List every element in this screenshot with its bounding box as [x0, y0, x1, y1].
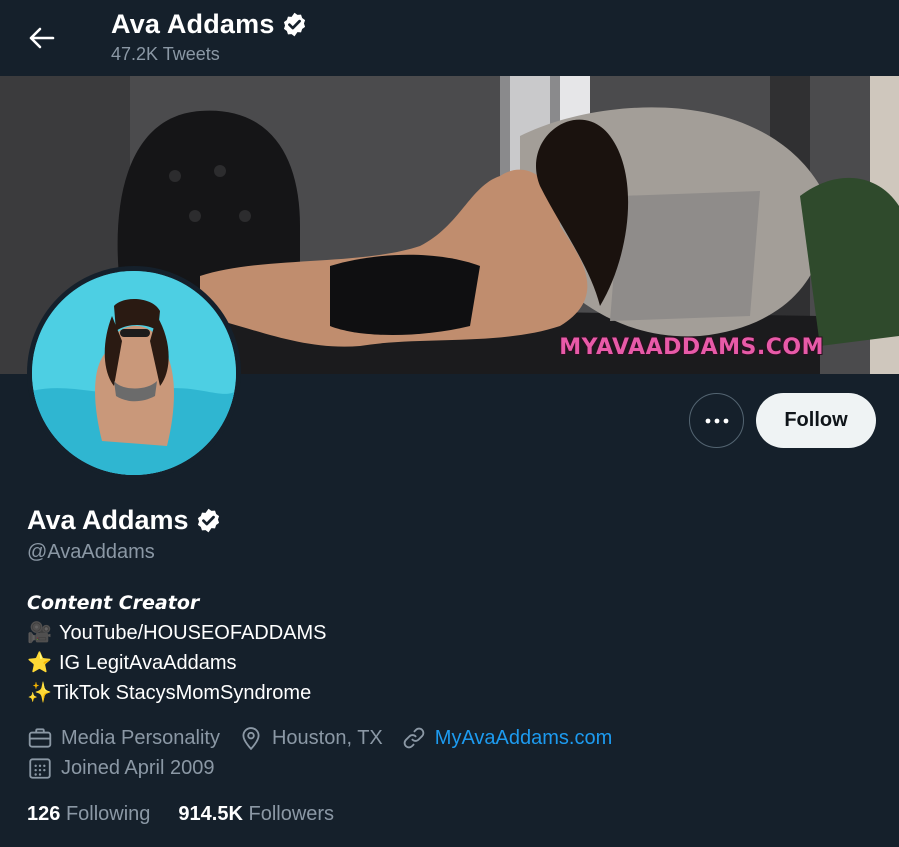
website-link[interactable]: MyAvaAddams.com: [435, 727, 612, 750]
meta-location: Houston, TX: [238, 725, 383, 751]
profile-handle: @AvaAddams: [27, 541, 155, 563]
profile-header: Ava Addams 47.2K Tweets: [0, 0, 899, 76]
profile-meta: Media Personality Houston, TX MyAvaAddam…: [27, 725, 630, 751]
verified-badge-icon: [197, 508, 219, 533]
header-name-row: Ava Addams: [111, 9, 308, 40]
bio-line-text: IG LegitAvaAddams: [59, 652, 237, 674]
profile-stats: 126 Following 914.5K Followers: [27, 803, 362, 826]
verified-badge-icon: [283, 12, 305, 37]
meta-category: Media Personality: [27, 725, 220, 751]
link-icon: [403, 727, 425, 749]
bio-line-text: YouTube/HOUSEOFADDAMS: [59, 622, 327, 644]
bio-line: ⭐ IG LegitAvaAddams: [27, 648, 327, 678]
star-icon: ⭐: [27, 652, 52, 674]
follow-button[interactable]: Follow: [756, 393, 876, 448]
joined-text: Joined April 2009: [61, 756, 215, 779]
followers-label: Followers: [248, 803, 335, 825]
avatar[interactable]: [27, 266, 241, 480]
back-button[interactable]: [22, 20, 62, 56]
header-tweet-count: 47.2K Tweets: [111, 44, 220, 64]
movie-camera-icon: 🎥: [27, 622, 52, 644]
profile-name-row: Ava Addams: [27, 505, 222, 536]
profile-name: Ava Addams: [27, 505, 189, 535]
bio-line-text: TikTok StacysMomSyndrome: [53, 682, 312, 704]
location-pin-icon: [242, 727, 260, 751]
followers-count: 914.5K: [178, 803, 243, 825]
meta-website[interactable]: MyAvaAddams.com: [401, 725, 612, 751]
header-name: Ava Addams: [111, 9, 275, 39]
more-options-button[interactable]: [689, 393, 744, 448]
profile-bio: Content Creator 🎥 YouTube/HOUSEOFADDAMS …: [27, 588, 327, 708]
arrow-left-icon: [29, 27, 55, 49]
meta-joined: Joined April 2009: [27, 755, 214, 781]
more-dots-icon: [705, 418, 728, 423]
calendar-icon: [29, 758, 51, 779]
sparkles-icon: ✨: [27, 682, 52, 704]
following-label: Following: [65, 803, 151, 825]
banner-watermark: MYAVAADDAMS.COM: [559, 335, 824, 360]
following-count: 126: [27, 803, 61, 825]
bio-title: Content Creator: [27, 592, 200, 614]
following-link[interactable]: 126 Following: [27, 803, 150, 826]
briefcase-icon: [28, 728, 52, 748]
bio-line: ✨ TikTok StacysMomSyndrome: [27, 678, 327, 708]
avatar-image: [32, 271, 236, 475]
location-text: Houston, TX: [271, 726, 383, 749]
category-text: Media Personality: [61, 726, 220, 749]
bio-line: 🎥 YouTube/HOUSEOFADDAMS: [27, 618, 327, 648]
followers-link[interactable]: 914.5K Followers: [178, 803, 334, 826]
